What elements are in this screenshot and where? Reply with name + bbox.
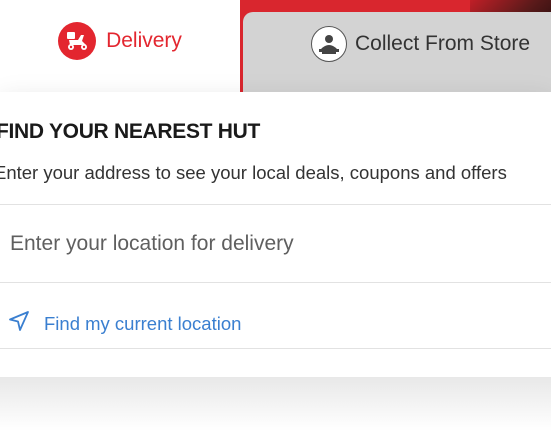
page-backdrop <box>0 377 551 431</box>
divider-middle <box>0 282 551 283</box>
find-current-location-label: Find my current location <box>44 312 242 334</box>
divider-bottom <box>0 348 551 349</box>
divider-top <box>0 204 551 205</box>
tab-collect-label: Collect From Store <box>355 32 531 55</box>
tab-delivery[interactable]: Delivery <box>0 0 240 92</box>
tab-collect-from-store[interactable]: Collect From Store <box>243 12 551 92</box>
tab-delivery-label: Delivery <box>106 29 182 52</box>
store-person-icon <box>311 26 347 62</box>
location-finder-card: FIND YOUR NEAREST HUT Enter your address… <box>0 92 551 377</box>
find-current-location-link[interactable]: Find my current location <box>8 310 241 337</box>
fulfilment-tabs: Delivery Collect From Store <box>0 0 551 92</box>
finder-heading: FIND YOUR NEAREST HUT <box>0 120 260 143</box>
location-input[interactable] <box>0 206 551 282</box>
scooter-icon <box>58 22 97 60</box>
navigation-arrow-icon <box>8 310 30 337</box>
finder-subheading: Enter your address to see your local dea… <box>0 162 507 183</box>
